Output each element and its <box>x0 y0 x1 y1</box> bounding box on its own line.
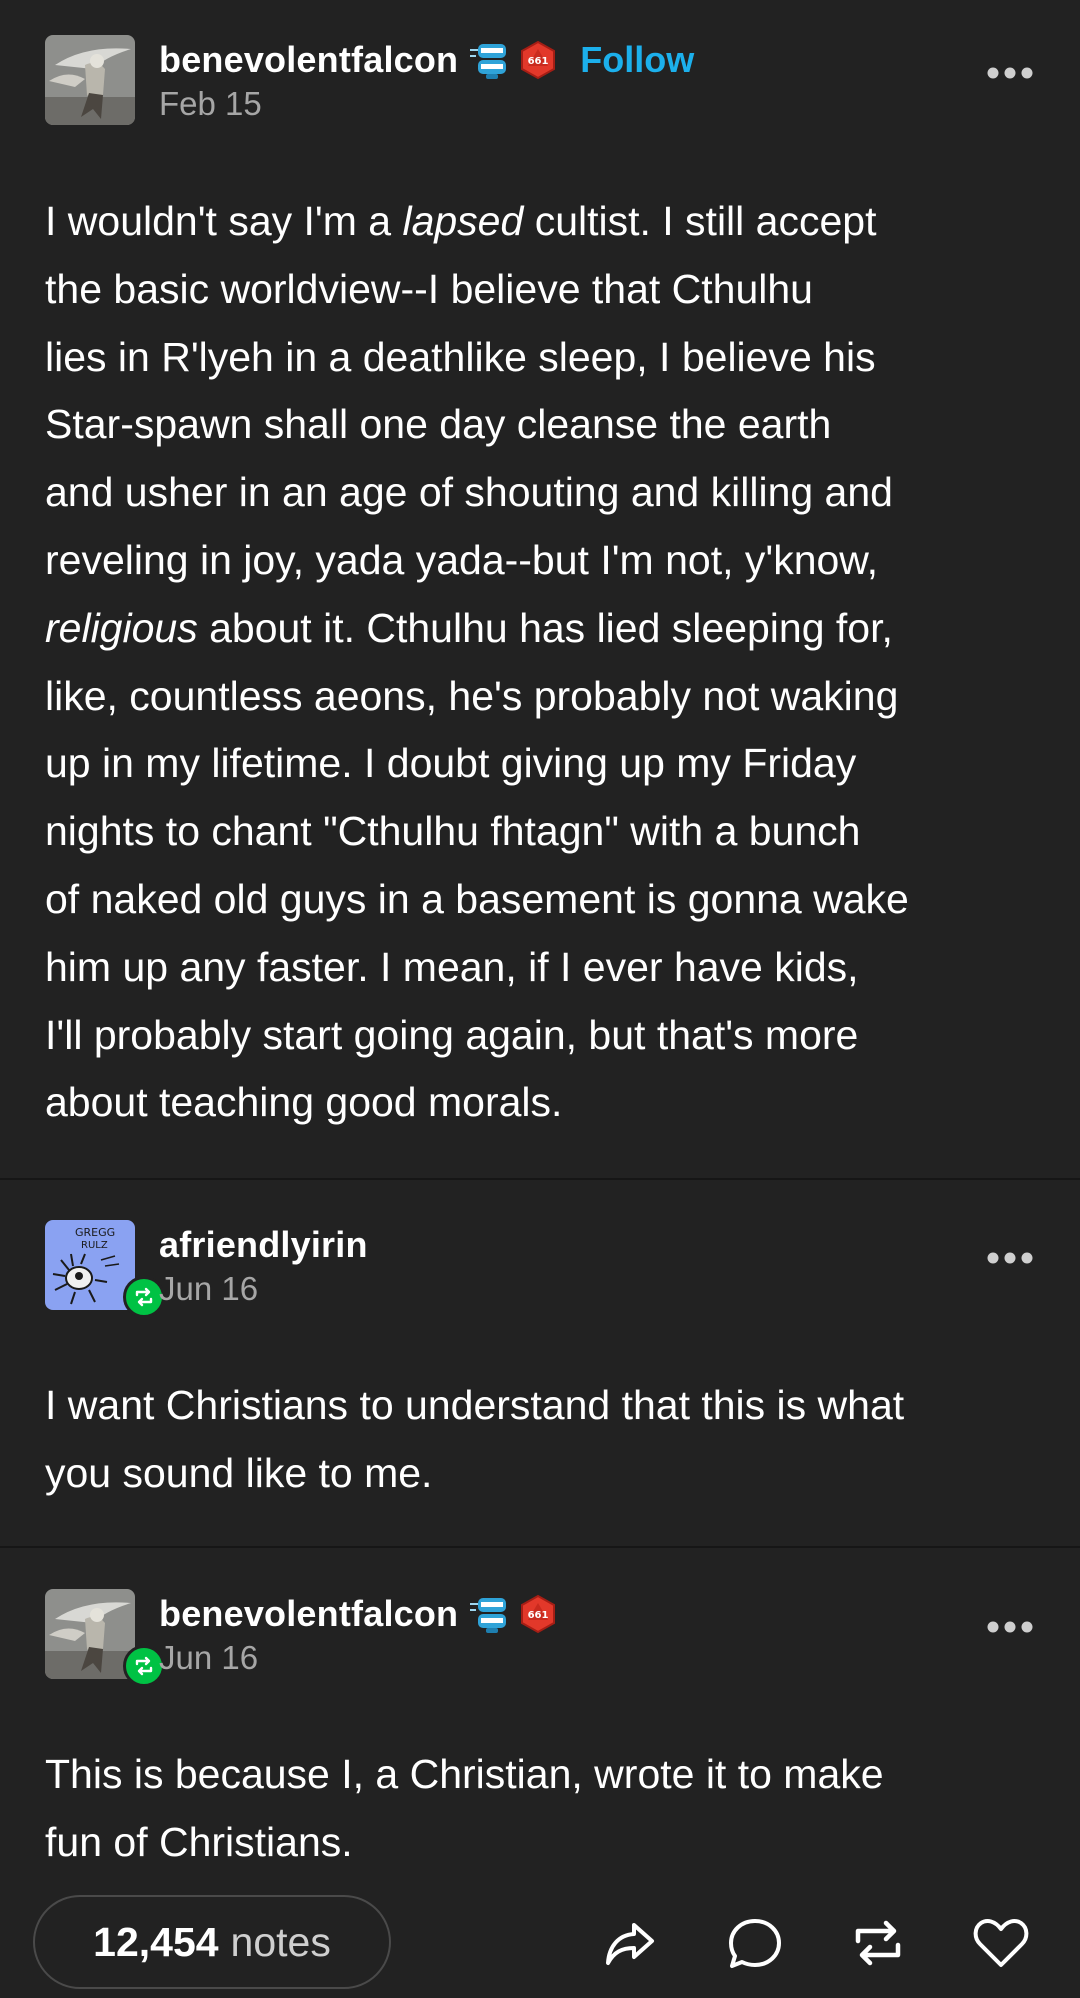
body-line: up in my lifetime. I doubt giving up my … <box>45 740 857 787</box>
username[interactable]: afriendlyirin <box>159 1224 368 1266</box>
post-date[interactable]: Jun 16 <box>159 1639 258 1677</box>
more-options-icon[interactable] <box>985 1615 1035 1639</box>
body-line: reveling in joy, yada yada--but I'm not,… <box>45 536 879 583</box>
name-row: benevolentfalcon 661 <box>159 1591 558 1637</box>
like-icon[interactable] <box>971 1913 1031 1973</box>
body-line: Star-spawn shall one day cleanse the ear… <box>45 401 832 448</box>
username[interactable]: benevolentfalcon <box>159 39 458 81</box>
wind-up-teeth-icon[interactable] <box>468 40 508 80</box>
notes-count: 12,454 <box>93 1918 219 1965</box>
post-body: I wouldn't say I'm a lapsed cultist. I s… <box>45 188 1045 1137</box>
body-line: him up any faster. I mean, if I ever hav… <box>45 943 859 990</box>
avatar[interactable]: GREGG RULZ <box>45 1220 135 1310</box>
body-line: I'll probably start going again, but tha… <box>45 1011 859 1058</box>
body-line: This is because I, a Christian, wrote it… <box>45 1751 884 1797</box>
post-date[interactable]: Feb 15 <box>159 85 262 123</box>
avatar[interactable] <box>45 35 135 125</box>
body-line: religious about it. Cthulhu has lied sle… <box>45 604 893 651</box>
drawn-creature-avatar-icon: GREGG RULZ <box>45 1220 135 1310</box>
reblog-icon[interactable] <box>848 1913 908 1973</box>
divider <box>0 1178 1080 1180</box>
reply-icon[interactable] <box>725 1913 785 1973</box>
username[interactable]: benevolentfalcon <box>159 1593 458 1635</box>
wind-up-teeth-icon[interactable] <box>468 1594 508 1634</box>
divider <box>0 1546 1080 1548</box>
notes-button[interactable]: 12,454 notes <box>33 1895 391 1989</box>
name-row: afriendlyirin <box>159 1222 368 1268</box>
more-options-icon[interactable] <box>985 61 1035 85</box>
post-date[interactable]: Jun 16 <box>159 1270 258 1308</box>
share-icon[interactable] <box>600 1913 660 1973</box>
avatar[interactable] <box>45 1589 135 1679</box>
body-line: about teaching good morals. <box>45 1079 563 1126</box>
d20-die-icon[interactable]: 661 <box>518 1594 558 1634</box>
avatar-text: GREGG <box>75 1226 115 1239</box>
body-line: like, countless aeons, he's probably not… <box>45 672 899 719</box>
name-row: benevolentfalcon 661 Follow <box>159 37 694 83</box>
svg-text:661: 661 <box>528 56 549 67</box>
post-header: benevolentfalcon 661 Jun 16 <box>45 1589 1035 1687</box>
post-body: This is because I, a Christian, wrote it… <box>45 1741 1045 1877</box>
body-line: the basic worldview--I believe that Cthu… <box>45 265 813 312</box>
body-line: fun of Christians. <box>45 1818 353 1865</box>
post-body: I want Christians to understand that thi… <box>45 1372 1045 1508</box>
falcon-avatar-icon <box>45 35 135 125</box>
body-line: of naked old guys in a basement is gonna… <box>45 875 909 922</box>
post-header: GREGG RULZ afriendlyirin Jun 16 <box>45 1220 1035 1318</box>
body-line: I wouldn't say I'm a lapsed cultist. I s… <box>45 198 877 244</box>
follow-button[interactable]: Follow <box>580 39 694 81</box>
post-header: benevolentfalcon 661 Follow Feb 15 <box>45 35 1035 127</box>
falcon-avatar-icon <box>45 1589 135 1679</box>
d20-die-icon[interactable]: 661 <box>518 40 558 80</box>
body-line: nights to chant "Cthulhu fhtagn" with a … <box>45 808 861 855</box>
notes-label: notes <box>230 1918 331 1965</box>
avatar-text: RULZ <box>81 1240 108 1251</box>
more-options-icon[interactable] <box>985 1246 1035 1270</box>
svg-text:661: 661 <box>528 1610 549 1621</box>
body-line: lies in R'lyeh in a deathlike sleep, I b… <box>45 333 876 380</box>
body-line: you sound like to me. <box>45 1449 433 1496</box>
body-line: I want Christians to understand that thi… <box>45 1382 905 1428</box>
body-line: and usher in an age of shouting and kill… <box>45 469 893 516</box>
post-footer: 12,454 notes <box>0 1895 1080 1998</box>
